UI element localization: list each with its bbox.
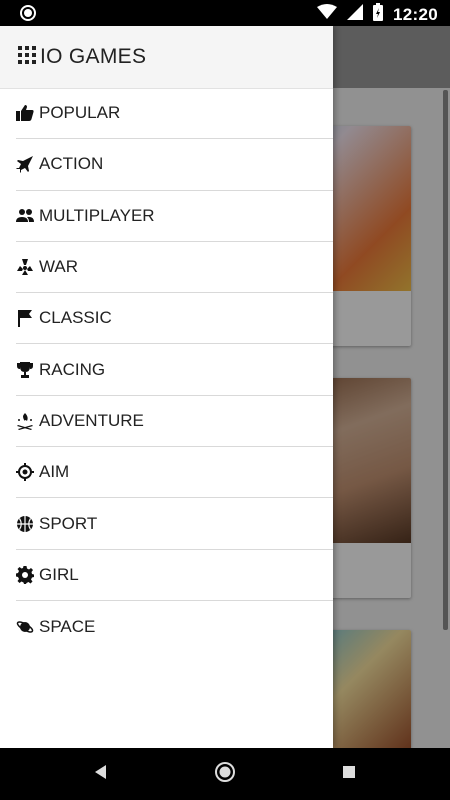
campfire-icon (16, 412, 34, 430)
notification-icon (20, 5, 36, 21)
menu-item-label: SPACE (39, 616, 96, 636)
people-icon (16, 207, 34, 225)
recents-icon (339, 762, 359, 787)
menu-item-classic[interactable]: CLASSIC (16, 293, 333, 345)
crosshair-icon (16, 463, 34, 482)
menu-item-action[interactable]: ACTION (16, 139, 333, 191)
gear-icon (16, 565, 34, 584)
menu-item-sport[interactable]: SPORT (16, 498, 333, 550)
flag-icon (16, 309, 34, 328)
menu-item-label: WAR (39, 257, 79, 277)
jet-icon (16, 155, 34, 174)
status-bar: 12:20 (0, 0, 450, 26)
menu-item-label: CLASSIC (39, 308, 112, 328)
back-icon (91, 762, 111, 787)
menu-item-girl[interactable]: GIRL (16, 550, 333, 601)
menu-item-label: GIRL (39, 564, 79, 584)
category-menu: POPULAR ACTION MULTIPLAYER WAR CLASSIC R… (16, 88, 333, 652)
back-button[interactable] (89, 762, 113, 786)
drawer-header: IO GAMES (0, 26, 333, 89)
menu-item-label: POPULAR (39, 103, 121, 123)
home-button[interactable] (213, 761, 237, 788)
menu-item-label: AIM (39, 462, 70, 482)
home-icon (214, 761, 236, 788)
status-time: 12:20 (393, 4, 438, 24)
menu-item-adventure[interactable]: ADVENTURE (16, 396, 333, 448)
wifi-icon (317, 4, 338, 25)
menu-item-war[interactable]: WAR (16, 242, 333, 294)
trophy-icon (16, 361, 34, 379)
menu-item-space[interactable]: SPACE (16, 601, 333, 652)
planet-icon (16, 618, 34, 636)
menu-item-multiplayer[interactable]: MULTIPLAYER (16, 191, 333, 242)
navigation-drawer: IO GAMES POPULAR ACTION MULTIPLAYER WAR (0, 26, 333, 748)
menu-item-label: MULTIPLAYER (39, 205, 155, 225)
menu-item-racing[interactable]: RACING (16, 344, 333, 396)
menu-item-label: ACTION (39, 154, 104, 174)
menu-item-label: SPORT (39, 513, 98, 533)
battery-icon (373, 3, 384, 26)
grid-icon (18, 45, 36, 69)
thumbs-up-icon (16, 104, 34, 122)
basketball-icon (16, 515, 34, 533)
signal-icon (347, 4, 364, 25)
drawer-title: IO GAMES (40, 45, 147, 68)
recents-button[interactable] (337, 762, 361, 786)
menu-item-popular[interactable]: POPULAR (16, 88, 333, 140)
menu-item-label: ADVENTURE (39, 410, 144, 430)
menu-item-label: RACING (39, 359, 106, 379)
radiation-icon (16, 258, 34, 276)
system-navigation-bar (0, 748, 450, 800)
menu-item-aim[interactable]: AIM (16, 447, 333, 499)
